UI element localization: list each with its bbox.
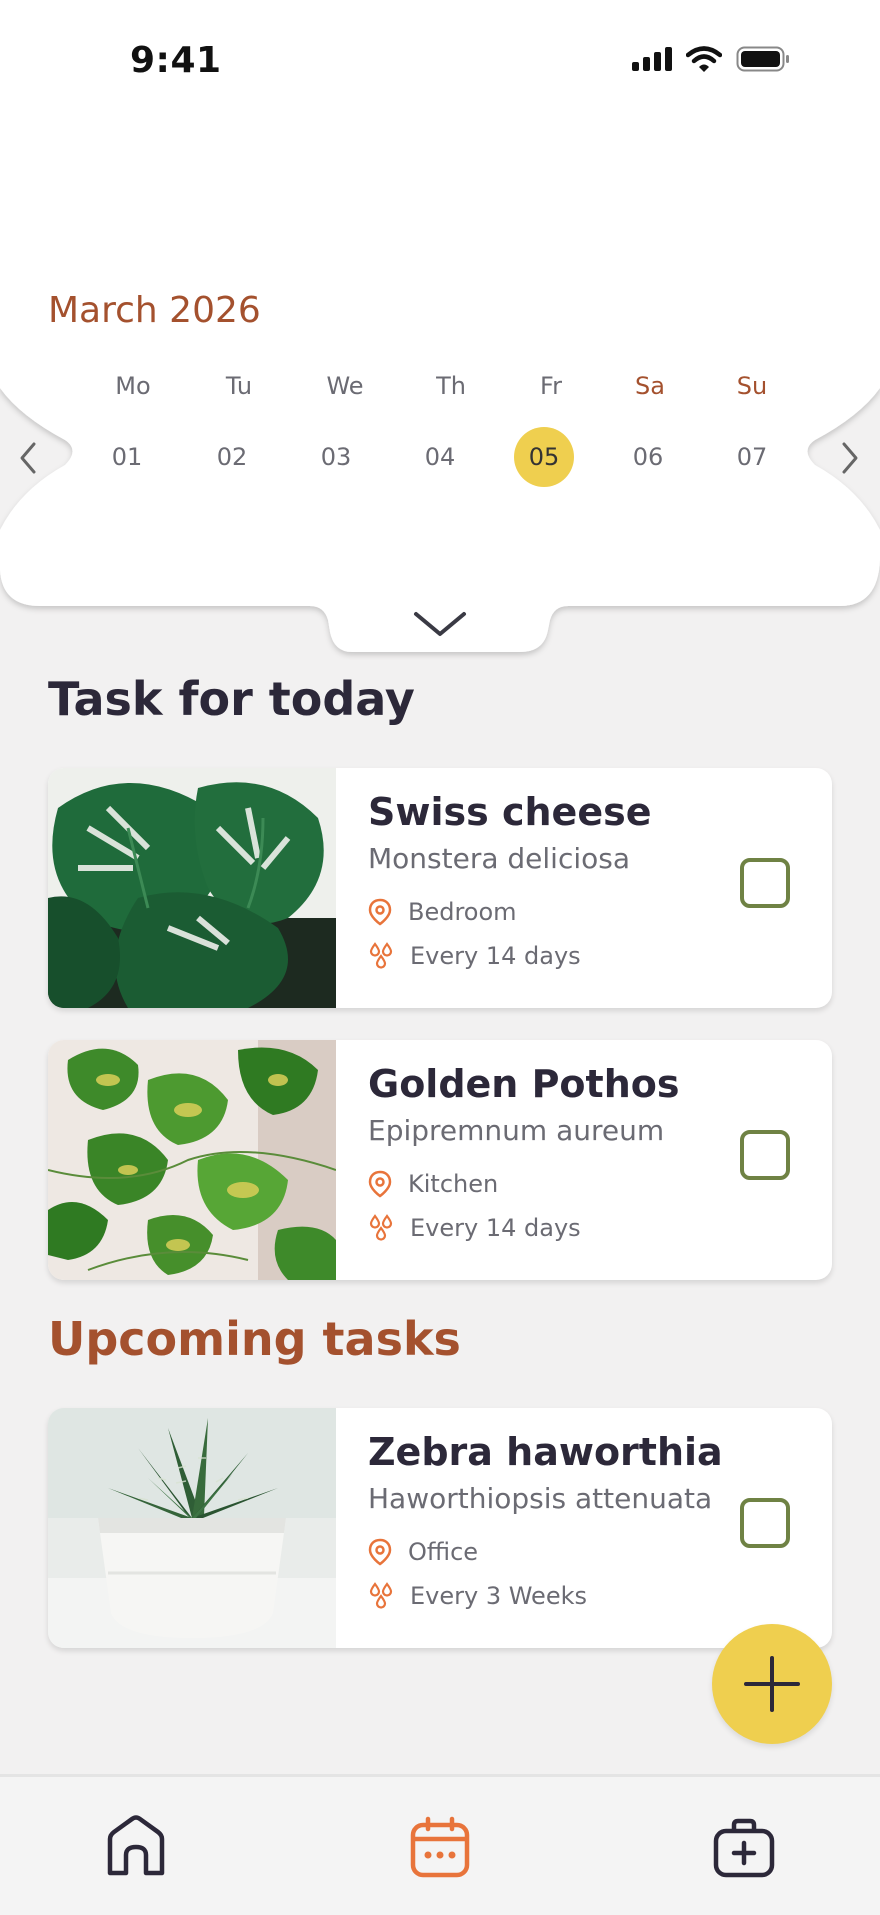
- chevron-down-icon: [414, 612, 466, 636]
- location-label: Kitchen: [408, 1170, 499, 1198]
- task-card[interactable]: Swiss cheese Monstera deliciosa Bedroom …: [48, 768, 832, 1008]
- day-cell[interactable]: 04: [410, 427, 470, 487]
- location-pin-icon: [368, 1538, 392, 1566]
- task-checkbox[interactable]: [740, 1130, 790, 1180]
- plant-name: Golden Pothos: [368, 1062, 680, 1106]
- next-week-button[interactable]: [830, 438, 870, 478]
- day-cell[interactable]: 03: [306, 427, 366, 487]
- nav-calendar[interactable]: [400, 1807, 480, 1887]
- location-pin-icon: [368, 898, 392, 926]
- plant-frequency: Every 3 Weeks: [368, 1582, 587, 1610]
- chevron-left-icon: [20, 442, 36, 474]
- day-cell[interactable]: 07: [722, 427, 782, 487]
- plant-location: Kitchen: [368, 1170, 498, 1198]
- medical-kit-icon: [713, 1818, 775, 1878]
- plant-location: Office: [368, 1538, 478, 1566]
- weekday-label: We: [326, 372, 364, 400]
- plant-name: Swiss cheese: [368, 790, 652, 834]
- pothos-photo: [48, 1040, 336, 1280]
- task-checkbox[interactable]: [740, 858, 790, 908]
- home-icon: [107, 1815, 165, 1876]
- monstera-photo: [48, 768, 336, 1008]
- plant-location: Bedroom: [368, 898, 517, 926]
- day-cell[interactable]: 01: [97, 427, 157, 487]
- today-section-title: Task for today: [48, 672, 415, 726]
- task-card[interactable]: Golden Pothos Epipremnum aureum Kitchen …: [48, 1040, 832, 1280]
- location-label: Bedroom: [408, 898, 517, 926]
- upcoming-section-title: Upcoming tasks: [48, 1312, 461, 1366]
- weekday-label: Th: [436, 372, 466, 400]
- plant-scientific-name: Monstera deliciosa: [368, 842, 631, 875]
- chevron-right-icon: [842, 442, 858, 474]
- frequency-label: Every 3 Weeks: [410, 1582, 587, 1610]
- frequency-label: Every 14 days: [410, 1214, 581, 1242]
- plus-icon: [744, 1656, 800, 1712]
- month-label: March 2026: [48, 290, 261, 331]
- water-drops-icon: [369, 942, 393, 969]
- plant-frequency: Every 14 days: [368, 1214, 581, 1242]
- water-drops-icon: [369, 1582, 393, 1609]
- calendar-icon: [410, 1816, 470, 1878]
- weekday-label: Sa: [635, 372, 665, 400]
- plant-name: Zebra haworthia: [368, 1430, 723, 1474]
- plant-scientific-name: Haworthiopsis attenuata: [368, 1482, 713, 1515]
- nav-plant-care[interactable]: [704, 1807, 784, 1887]
- frequency-label: Every 14 days: [410, 942, 581, 970]
- nav-home[interactable]: [96, 1807, 176, 1887]
- weekday-label: Tu: [225, 372, 253, 400]
- task-card[interactable]: Zebra haworthia Haworthiopsis attenuata …: [48, 1408, 832, 1648]
- water-drops-icon: [369, 1214, 393, 1241]
- add-plant-button[interactable]: [712, 1624, 832, 1744]
- expand-calendar-button[interactable]: [410, 606, 470, 642]
- bottom-navigation: [0, 1774, 880, 1915]
- day-cell[interactable]: 02: [202, 427, 262, 487]
- location-pin-icon: [368, 1170, 392, 1198]
- weekday-label: Fr: [540, 372, 562, 400]
- plant-scientific-name: Epipremnum aureum: [368, 1114, 665, 1147]
- plant-frequency: Every 14 days: [368, 942, 581, 970]
- day-cell[interactable]: 06: [618, 427, 678, 487]
- weekday-label: Mo: [115, 372, 151, 400]
- day-cell-selected[interactable]: 05: [514, 427, 574, 487]
- task-checkbox[interactable]: [740, 1498, 790, 1548]
- previous-week-button[interactable]: [8, 438, 48, 478]
- weekday-label: Su: [736, 372, 768, 400]
- haworthia-photo: [48, 1408, 336, 1648]
- location-label: Office: [408, 1538, 479, 1566]
